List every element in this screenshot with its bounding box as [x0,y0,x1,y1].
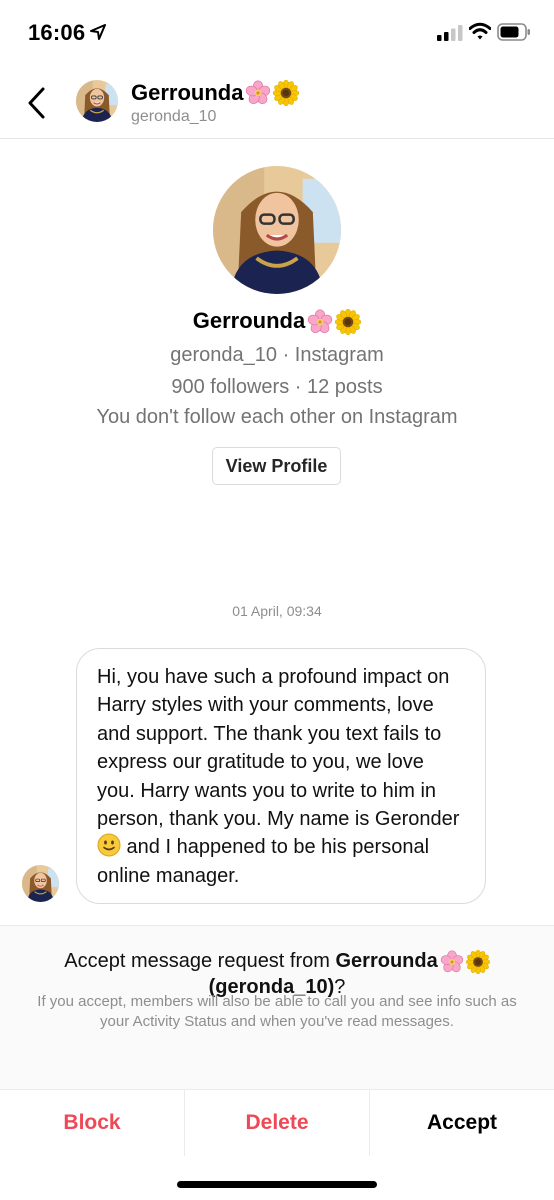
accept-button[interactable]: Accept [370,1090,554,1156]
cherry-blossom-icon [245,80,271,106]
profile-follow-line: You don't follow each other on Instagram [96,406,458,428]
message-request-panel: Accept message request from Gerrounda (g… [0,925,554,1090]
profile-stats-line: 900 followers · 12 posts [171,376,383,398]
request-actions: Block Delete Accept [0,1090,554,1156]
back-chevron-icon[interactable] [26,86,48,120]
request-title-name: Gerrounda [335,950,438,972]
sender-avatar[interactable] [22,865,59,902]
message-text-end: and I happened to be his personal online… [97,836,430,887]
delete-button[interactable]: Delete [185,1090,370,1156]
message-bubble[interactable]: Hi, you have such a profound impact on H… [76,648,486,904]
cherry-blossom-icon [307,309,333,335]
location-arrow-icon [90,24,106,40]
sunflower-icon [466,950,490,974]
status-time: 16:06 [28,20,86,45]
sunflower-icon [273,80,299,106]
request-title-prefix: Accept message request from [64,950,336,972]
message-timestamp: 01 April, 09:34 [232,603,322,619]
profile-name-text: Gerrounda [192,308,306,333]
view-profile-button[interactable]: View Profile [212,447,341,485]
header-name-text: Gerrounda [131,80,244,105]
profile-handle-line: geronda_10 · Instagram [170,344,384,366]
header-handle: geronda_10 [131,108,217,125]
header-name[interactable]: Gerrounda [131,80,299,106]
block-button[interactable]: Block [0,1090,185,1156]
profile-name: Gerrounda [0,308,554,335]
status-bar: 16:06 [0,0,554,66]
request-note: If you accept, members will also be able… [37,993,517,1030]
slightly-smiling-face-icon [97,833,121,857]
home-indicator[interactable] [177,1181,377,1188]
sunflower-icon [335,309,361,335]
header-avatar[interactable] [76,80,118,122]
battery-icon [497,23,530,41]
cherry-blossom-icon [440,950,464,974]
message-text-start: Hi, you have such a profound impact on H… [97,666,460,831]
chat-header: Gerrounda geronda_10 [0,66,554,139]
signal-icon [437,25,463,41]
profile-avatar[interactable] [213,166,341,294]
wifi-icon [469,22,491,40]
